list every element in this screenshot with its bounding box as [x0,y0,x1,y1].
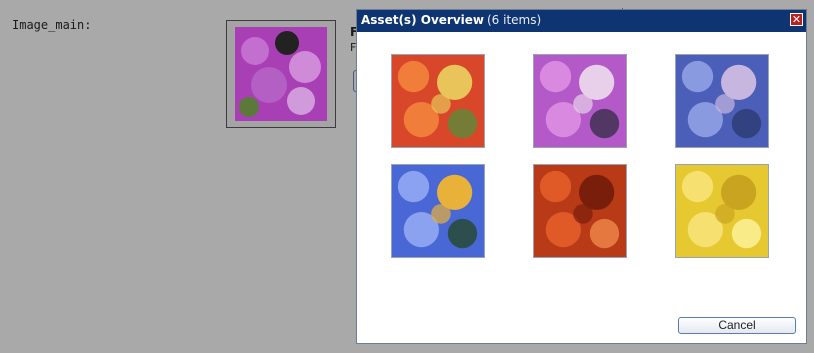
asset-image [392,165,484,257]
item-count: (6 items) [487,13,542,27]
close-icon[interactable]: ✕ [790,13,803,26]
thumbnail-image [235,27,327,121]
asset-overview-dialog: Asset(s) Overview (6 items) ✕ Cancel [356,9,807,344]
asset-image [676,55,768,147]
image-main-thumbnail [226,20,336,128]
asset-image [534,55,626,147]
asset-image [392,55,484,147]
asset-thumbnail-blue-daisies[interactable] [391,164,485,258]
asset-thumbnail-red-lilies[interactable] [533,164,627,258]
cancel-button[interactable]: Cancel [678,317,796,334]
dialog-titlebar[interactable]: Asset(s) Overview (6 items) ✕ [357,10,806,32]
image-main-label: Image_main: [12,18,92,32]
dialog-title: Asset(s) Overview [361,13,484,27]
asset-thumbnail-yellow-daisies[interactable] [675,164,769,258]
asset-thumbnail-pink-purple-flowers[interactable] [533,54,627,148]
asset-image [676,165,768,257]
asset-thumbnail-orange-red-flowers[interactable] [391,54,485,148]
asset-image [534,165,626,257]
asset-thumbnail-blue-purple-flowers[interactable] [675,54,769,148]
